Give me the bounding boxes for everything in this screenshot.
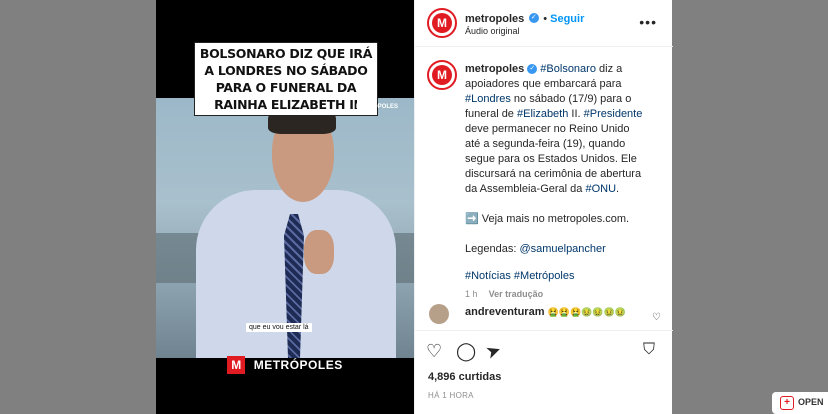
- open-app-label: OPEN: [798, 397, 824, 407]
- post-actions: ♡ ◯ ➤ ⛉ 4,896 curtidas HÁ 1 HORA: [415, 330, 673, 414]
- caption-text: diz a: [595, 63, 623, 75]
- caption-line: funeral de #Elizabeth II. #Presidente: [465, 107, 663, 122]
- legend-label: Legendas:: [465, 243, 520, 255]
- caption-text: no sábado (17/9) para o: [510, 93, 632, 105]
- caption-line: deve permanecer no Reino Unido: [465, 122, 663, 137]
- hashtag-link[interactable]: #Presidente: [584, 108, 643, 120]
- comment-avatar[interactable]: [429, 304, 449, 324]
- caption-username[interactable]: metropoles: [465, 63, 524, 75]
- video-caption: que eu vou estar lá: [246, 323, 312, 332]
- hashtag-link[interactable]: #ONU: [585, 183, 616, 195]
- post-time[interactable]: HÁ 1 HORA: [428, 391, 474, 400]
- metropoles-logo-icon: M: [227, 356, 246, 374]
- caption-line: apoiadores que embarcará para: [465, 77, 663, 92]
- caption-line: da Assembleia-Geral da #ONU.: [465, 182, 663, 197]
- legend-line: Legendas: @samuelpancher: [465, 242, 663, 257]
- comment-text: andreventuram 🤮🤮🤮🤢🤢🤢🤢: [465, 306, 626, 318]
- caption-time: 1 h: [465, 289, 478, 299]
- legend-user-link[interactable]: @samuelpancher: [519, 243, 605, 255]
- caption-line: #Londres no sábado (17/9) para o: [465, 92, 663, 107]
- caption-line: até a segunda-feira (19), quando: [465, 137, 663, 152]
- hashtag-link[interactable]: #Bolsonaro: [540, 63, 596, 75]
- instagram-post: BOLSONARO DIZ QUE IRÁ A LONDRES NO SÁBAD…: [156, 0, 673, 414]
- comment-row: andreventuram 🤮🤮🤮🤢🤢🤢🤢 ♡: [429, 304, 669, 326]
- caption-text: funeral de: [465, 108, 517, 120]
- caption-line: discursará na cerimônia de abertura: [465, 167, 663, 182]
- caption-lines: metropoles ✓ #Bolsonaro diz a apoiadores qu…: [465, 62, 663, 197]
- post-caption: metropoles ✓ #Bolsonaro diz a apoiadores qu…: [465, 62, 663, 302]
- caption-verified-icon: ✓: [527, 64, 538, 75]
- comment-username[interactable]: andreventuram: [465, 306, 544, 318]
- translate-button[interactable]: Ver tradução: [489, 289, 544, 299]
- bookmark-icon[interactable]: ⛉: [643, 341, 655, 359]
- caption-text: segue para os Estados Unidos. Ele: [465, 153, 637, 165]
- more-horizontal-icon[interactable]: •••: [639, 14, 657, 30]
- caption-line: segue para os Estados Unidos. Ele: [465, 152, 663, 167]
- comment-icon[interactable]: ◯: [456, 341, 476, 362]
- more-link[interactable]: ➡️ Veja mais no metropoles.com.: [465, 212, 663, 227]
- verified-icon: ✓: [528, 12, 539, 23]
- caption-meta: 1 h Ver tradução: [465, 287, 663, 302]
- caption-text: deve permanecer no Reino Unido: [465, 123, 630, 135]
- follow-button[interactable]: Seguir: [550, 13, 584, 25]
- caption-text: até a segunda-feira (19), quando: [465, 138, 626, 150]
- avatar-logo-icon: M: [432, 13, 452, 33]
- caption-text: discursará na cerimônia de abertura: [465, 168, 642, 180]
- video-media[interactable]: BOLSONARO DIZ QUE IRÁ A LONDRES NO SÁBAD…: [156, 0, 414, 414]
- caption-text: apoiadores que embarcará para: [465, 78, 622, 90]
- video-logo-text: METRÓPOLES: [253, 358, 343, 372]
- post-body: M metropoles ✓ #Bolsonaro diz a apoiadores …: [415, 56, 673, 326]
- open-app-icon: +: [780, 396, 794, 410]
- caption-line: metropoles ✓ #Bolsonaro diz a: [465, 62, 663, 77]
- video-logo: M METRÓPOLES: [156, 356, 414, 386]
- video-watermark: METRÓPOLES: [356, 104, 399, 110]
- hashtag-link[interactable]: #Londres: [465, 93, 511, 105]
- caption-avatar[interactable]: M: [427, 60, 457, 90]
- like-count[interactable]: 4,896 curtidas: [428, 371, 501, 383]
- like-heart-icon[interactable]: ♡: [426, 341, 442, 362]
- open-app-button[interactable]: + OPEN: [772, 392, 828, 414]
- hashtag-link[interactable]: #Elizabeth: [517, 108, 568, 120]
- person-hand: [304, 230, 334, 274]
- audio-label[interactable]: Áudio original: [465, 26, 520, 36]
- header-user-row: metropoles ✓ • Seguir: [465, 9, 584, 27]
- hashtags[interactable]: #Notícias #Metrópoles: [465, 269, 663, 284]
- caption-text: .: [616, 183, 620, 195]
- comment-like-icon[interactable]: ♡: [652, 312, 661, 323]
- share-icon[interactable]: ➤: [483, 339, 504, 364]
- post-panel: M metropoles ✓ • Seguir Áudio original •…: [414, 0, 673, 414]
- post-header: M metropoles ✓ • Seguir Áudio original •…: [415, 0, 673, 47]
- video-headline: BOLSONARO DIZ QUE IRÁ A LONDRES NO SÁBAD…: [194, 42, 378, 116]
- avatar[interactable]: M: [427, 8, 457, 38]
- comment-emojis: 🤮🤮🤮🤢🤢🤢🤢: [547, 307, 626, 317]
- caption-avatar-logo-icon: M: [432, 65, 452, 85]
- header-username[interactable]: metropoles: [465, 13, 524, 25]
- caption-text: II.: [568, 108, 584, 120]
- caption-text: da Assembleia-Geral da: [465, 183, 586, 195]
